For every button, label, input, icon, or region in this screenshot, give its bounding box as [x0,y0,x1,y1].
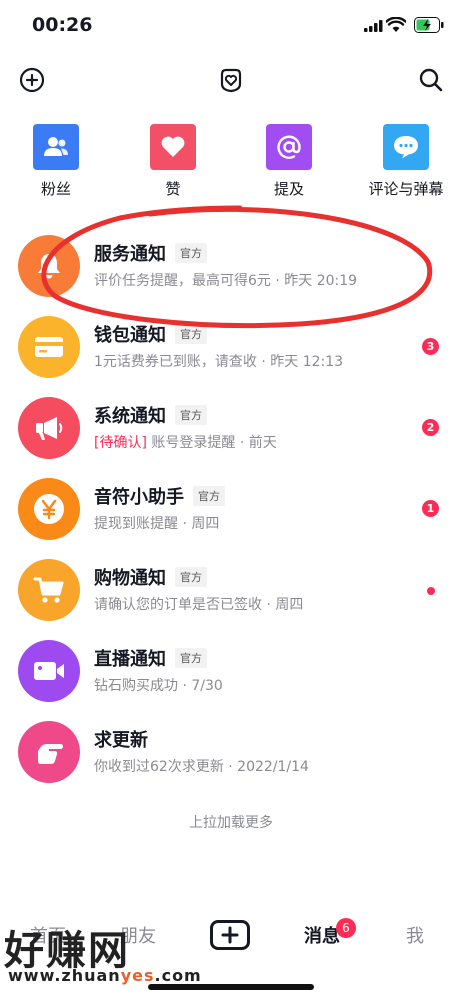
official-tag: 官方 [175,405,207,425]
list-item-live[interactable]: 直播通知 官方 钻石购买成功 · 7/30 [0,631,462,712]
unread-badge: 1 [422,500,439,517]
list-item-shopping[interactable]: 购物通知 官方 请确认您的订单是否已签收 · 周四 [0,550,462,631]
message-title: 求更新 [94,730,148,751]
message-title: 直播通知 [94,649,166,670]
yen-icon [18,478,80,540]
official-tag: 官方 [175,243,207,263]
megaphone-icon [18,397,80,459]
official-tag: 官方 [175,567,207,587]
official-tag: 官方 [193,486,225,506]
official-tag: 官方 [175,648,207,668]
top-nav [0,60,462,100]
fans-icon [33,124,79,170]
list-item-system[interactable]: 系统通知 官方 [待确认] 账号登录提醒 · 前天 2 [0,388,462,469]
message-subtitle: 1元话费券已到账，请查收 · 昨天 12:13 [94,354,344,370]
message-subtitle: 请确认您的订单是否已签收 · 周四 [94,597,304,613]
message-subtitle: 你收到过62次求更新 · 2022/1/14 [94,759,309,775]
message-subtitle: [待确认] 账号登录提醒 · 前天 [94,432,277,452]
unread-badge: 2 [422,419,439,436]
quick-label-fans: 粉丝 [40,180,71,198]
quick-label-likes: 赞 [165,180,181,198]
quick-label-comments: 评论与弹幕 [368,180,444,198]
load-more-hint: 上拉加载更多 [189,815,273,831]
battery-charging-icon [414,17,444,33]
add-friend-icon[interactable] [16,64,48,96]
signal-icon [364,20,383,32]
quick-comments[interactable]: 评论与弹幕 [356,124,456,199]
list-item-assistant[interactable]: 音符小助手 官方 提现到账提醒 · 周四 1 [0,469,462,550]
wallet-icon [18,316,80,378]
message-title: 音符小助手 [94,487,184,508]
search-icon[interactable] [415,64,447,96]
home-indicator [148,984,314,990]
message-title: 系统通知 [94,406,166,427]
quick-label-mentions: 提及 [273,180,304,198]
video-icon [18,640,80,702]
cart-icon [18,559,80,621]
message-list: 服务通知 官方 评价任务提醒，最高可得6元 · 昨天 20:19 钱包通知 官方… [0,226,462,793]
unread-dot [427,587,435,595]
message-title: 服务通知 [94,244,166,265]
tab-me[interactable]: 我 [406,922,424,948]
list-item-update-requests[interactable]: 求更新 你收到过62次求更新 · 2022/1/14 [0,712,462,793]
bell-icon [18,235,80,297]
message-title: 购物通知 [94,568,166,589]
at-icon [266,124,312,170]
pointing-hand-icon [18,721,80,783]
tab-messages[interactable]: 消息 [304,922,340,948]
quick-likes[interactable]: 赞 [123,124,223,199]
create-button[interactable] [210,920,250,950]
heart-icon [150,124,196,170]
pending-label: [待确认] [94,435,147,451]
list-item-service[interactable]: 服务通知 官方 评价任务提醒，最高可得6元 · 昨天 20:19 [0,226,462,307]
wifi-icon [386,17,406,32]
quick-mentions[interactable]: 提及 [239,124,339,199]
status-bar: 00:26 [0,0,462,52]
official-tag: 官方 [175,324,207,344]
message-title: 钱包通知 [94,325,166,346]
message-subtitle: 钻石购买成功 · 7/30 [94,678,223,694]
message-subtitle: 提现到账提醒 · 周四 [94,516,220,532]
message-subtitle: 评价任务提醒，最高可得6元 · 昨天 20:19 [94,273,358,289]
watermark-url: www.zhuanyes.com [8,966,202,985]
messages-badge: 6 [336,918,356,938]
quick-fans[interactable]: 粉丝 [6,124,106,199]
list-item-wallet[interactable]: 钱包通知 官方 1元话费券已到账，请查收 · 昨天 12:13 3 [0,307,462,388]
unread-badge: 3 [422,338,439,355]
heart-badge-icon[interactable] [215,64,247,96]
quick-actions: 粉丝 赞 提及 评论与弹幕 [0,124,462,204]
status-time: 00:26 [32,14,93,36]
message-subtitle-text: 账号登录提醒 · 前天 [146,435,277,451]
comment-icon [383,124,429,170]
watermark: 好赚网 www.zhuanyes.com [0,918,202,988]
plus-icon [221,926,239,944]
